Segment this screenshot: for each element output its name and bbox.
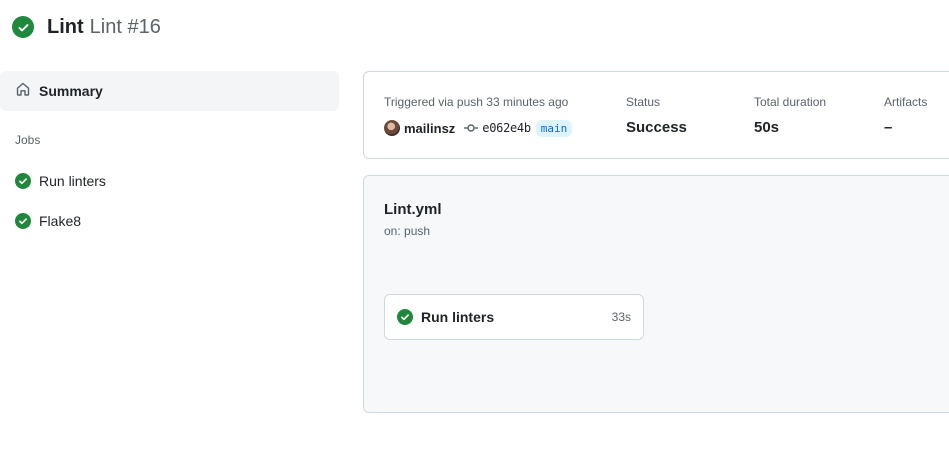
check-circle-icon xyxy=(15,173,31,189)
graph-job-node[interactable]: Run linters 33s xyxy=(384,294,644,340)
sidebar-item-label: Summary xyxy=(39,83,103,99)
git-commit-icon xyxy=(464,123,479,133)
duration-value: 50s xyxy=(754,119,780,136)
duration-label: Total duration xyxy=(754,95,827,109)
sidebar-item-job[interactable]: Flake8 xyxy=(0,201,339,241)
avatar[interactable] xyxy=(384,120,400,136)
sidebar-item-label: Flake8 xyxy=(39,213,82,229)
duration-info: Total duration 50s xyxy=(754,95,826,136)
workflow-file-name: Lint.yml xyxy=(384,201,442,218)
commit-sha-link[interactable]: e062e4b xyxy=(482,121,531,135)
graph-job-duration: 33s xyxy=(611,310,631,324)
sidebar-item-job[interactable]: Run linters xyxy=(0,161,339,201)
check-circle-icon xyxy=(397,309,413,325)
run-title: Lint #16 xyxy=(89,15,161,38)
check-circle-icon xyxy=(12,16,34,38)
sidebar-item-label: Run linters xyxy=(39,173,106,189)
trigger-text: Triggered via push 33 minutes ago xyxy=(384,95,569,109)
run-summary-card: Triggered via push 33 minutes ago mailin… xyxy=(363,71,949,159)
run-header: Lint Lint #16 xyxy=(12,14,161,40)
artifacts-label: Artifacts xyxy=(884,95,928,109)
artifacts-info: Artifacts – xyxy=(884,95,927,136)
graph-job-label: Run linters xyxy=(421,309,495,325)
workflow-graph: Lint.yml on: push Run linters 33s xyxy=(363,175,949,413)
home-icon xyxy=(15,81,31,102)
status-value: Success xyxy=(626,119,687,136)
trigger-info: Triggered via push 33 minutes ago mailin… xyxy=(384,95,573,137)
branch-badge[interactable]: main xyxy=(535,119,573,137)
sidebar: Summary Jobs Run linters Flake8 xyxy=(0,71,339,241)
workflow-name: Lint xyxy=(47,15,84,38)
workflow-trigger: on: push xyxy=(384,224,431,238)
artifacts-value: – xyxy=(884,119,893,136)
jobs-heading: Jobs xyxy=(15,133,41,147)
status-info: Status Success xyxy=(626,95,687,136)
sidebar-item-summary[interactable]: Summary xyxy=(0,71,339,111)
check-circle-icon xyxy=(15,213,31,229)
status-label: Status xyxy=(626,95,661,109)
author-link[interactable]: mailinsz xyxy=(404,121,455,136)
